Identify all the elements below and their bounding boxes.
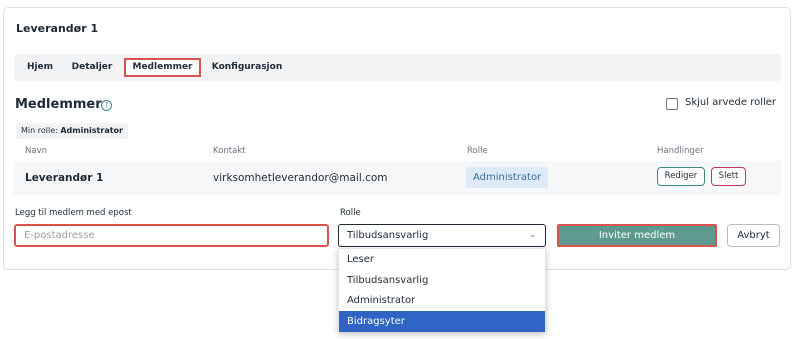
header-actions: Handlinger [657, 146, 704, 156]
help-icon[interactable]: ? [101, 100, 112, 111]
role-field-label: Rolle [340, 208, 361, 218]
tab-home[interactable]: Hjem [20, 58, 60, 77]
tab-members[interactable]: Medlemmer [124, 58, 201, 77]
role-select[interactable]: Tilbudsansvarlig ⌄ [338, 224, 546, 247]
role-option-leser[interactable]: Leser [339, 249, 545, 270]
member-role-badge: Administrator [466, 167, 549, 188]
my-role-badge: Min rolle: Administrator [16, 123, 128, 139]
section-title: Medlemmer [15, 97, 102, 112]
invite-member-button[interactable]: Inviter medlem [557, 224, 717, 247]
tab-details[interactable]: Detaljer [69, 58, 115, 77]
edit-button[interactable]: Rediger [657, 167, 705, 186]
delete-button[interactable]: Slett [711, 167, 746, 186]
role-option-tilbudsansvarlig[interactable]: Tilbudsansvarlig [339, 270, 545, 291]
header-role: Rolle [467, 146, 488, 156]
table-row: Leverandør 1 virksomhetleverandor@mail.c… [14, 161, 781, 195]
my-role-value: Administrator [60, 126, 123, 135]
hide-inherited-checkbox[interactable] [666, 98, 678, 110]
tab-bar: Hjem Detaljer Medlemmer Konfigurasjon [14, 54, 781, 81]
chevron-down-icon: ⌄ [529, 230, 536, 239]
role-dropdown-menu: Leser Tilbudsansvarlig Administrator Bid… [338, 248, 546, 332]
hide-inherited-label[interactable]: Skjul arvede roller [685, 97, 776, 108]
header-name: Navn [25, 146, 47, 156]
member-contact: virksomhetleverandor@mail.com [213, 172, 388, 184]
header-contact: Kontakt [213, 146, 246, 156]
role-option-bidragsyter[interactable]: Bidragsyter [339, 311, 545, 332]
tab-configuration[interactable]: Konfigurasjon [209, 58, 285, 77]
email-field-label: Legg til medlem med epost [15, 208, 132, 218]
member-name: Leverandør 1 [25, 172, 104, 184]
page-title: Leverandør 1 [16, 22, 99, 35]
role-select-value: Tilbudsansvarlig [347, 230, 429, 241]
cancel-button[interactable]: Avbryt [727, 224, 780, 247]
email-field[interactable] [14, 224, 329, 247]
my-role-prefix: Min rolle: [21, 126, 58, 135]
role-option-administrator[interactable]: Administrator [339, 290, 545, 311]
